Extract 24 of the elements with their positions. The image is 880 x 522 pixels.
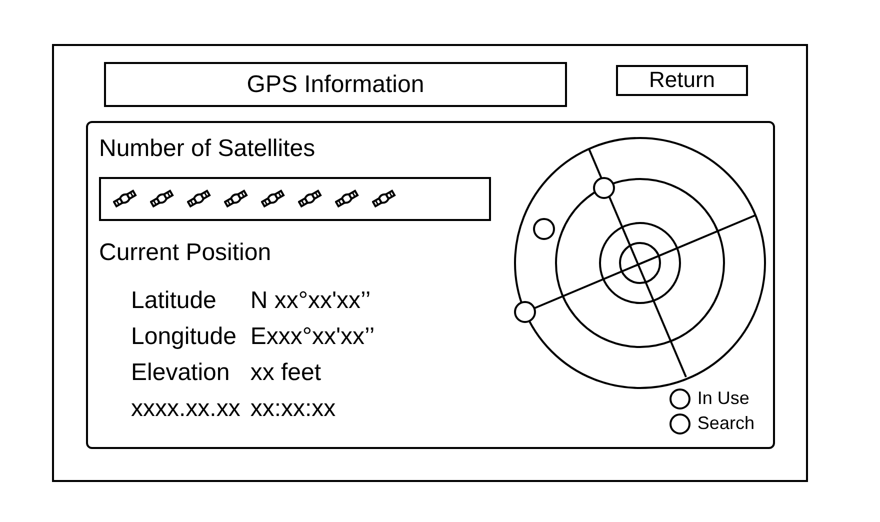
satellite-icon	[335, 189, 359, 209]
field-value: xx feet	[250, 358, 322, 388]
satellite-icon	[372, 189, 396, 209]
legend-circle-icon	[669, 388, 692, 410]
field-value: xx:xx:xx	[250, 394, 337, 424]
window-title: GPS Information	[104, 62, 567, 107]
field-value: N xx°xx'xx’’	[250, 286, 372, 316]
satellite-icon	[113, 189, 137, 209]
legend-label: Search	[697, 413, 754, 434]
satellite-icon	[298, 189, 322, 209]
satellite-icon	[261, 189, 285, 209]
field-label: Longitude	[131, 322, 238, 352]
legend-label: In Use	[697, 388, 750, 409]
satellite-icon	[187, 189, 211, 209]
section-heading: Number of Satellites	[99, 135, 316, 164]
satellite-icon	[150, 189, 174, 209]
field-label: Elevation	[131, 358, 231, 388]
satellite-icon	[224, 189, 248, 209]
legend-circle-icon	[669, 412, 692, 434]
return-button[interactable]: Return	[616, 64, 748, 96]
field-label: Latitude	[131, 286, 218, 316]
field-label: xxxx.xx.xx	[131, 394, 240, 424]
field-value: Exxx°xx'xx’’	[250, 322, 375, 352]
section-heading: Current Position	[99, 239, 272, 268]
